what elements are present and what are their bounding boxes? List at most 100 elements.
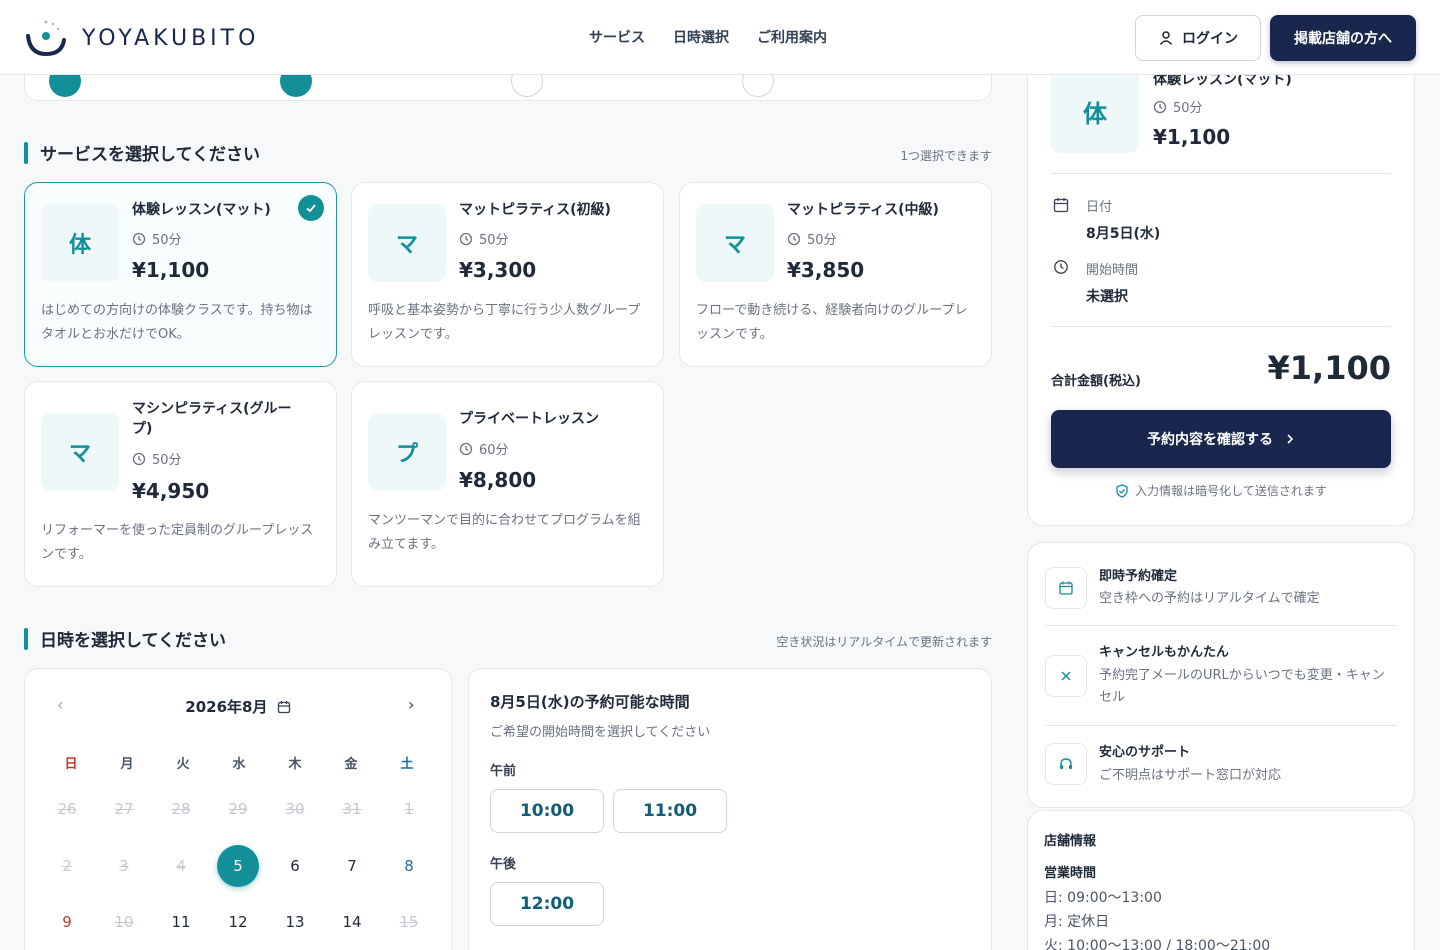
feature-desc: ご不明点はサポート窓口が対応: [1099, 768, 1282, 783]
service-duration-text: 50分: [152, 233, 182, 248]
calendar-icon: [1045, 567, 1087, 609]
clock-icon: [459, 232, 473, 245]
store-info-panel: 店舗情報 営業時間 日: 09:00〜13:00 月: 定休日 火: 10:00…: [1027, 810, 1415, 950]
calendar-day: 4: [176, 857, 186, 875]
booking-summary: 体 体験レッスン(マット) 50分 ¥1,100 日付 8月5日(水) 開始時間…: [1027, 40, 1415, 526]
calendar-day[interactable]: 8: [388, 845, 430, 887]
service-desc: リフォーマーを使った定員制のグループレッスンです。: [41, 523, 314, 562]
service-duration: 50分: [787, 229, 837, 248]
clock-icon: [1054, 260, 1068, 274]
weekday-wed: 水: [232, 757, 246, 772]
heading-accent-bar: [24, 627, 28, 650]
calendar-day-selected[interactable]: 5: [217, 845, 259, 887]
confirm-booking-label: 予約内容を確認する: [1147, 432, 1273, 448]
calendar-day: 30: [285, 800, 305, 818]
calendar-day[interactable]: 12: [217, 901, 259, 943]
calendar-day: 3: [119, 857, 129, 875]
service-price: ¥1,100: [132, 258, 210, 282]
service-card-trial[interactable]: 体 体験レッスン(マット) 50分 ¥1,100 はじめての方向けの体験クラスで…: [24, 182, 337, 367]
site-header: YOYAKUBITO サービス 日時選択 ご利用案内 ログイン 掲載店舗の方へ: [0, 0, 1440, 75]
clock-icon: [787, 232, 801, 245]
time-slots-subtitle: ご希望の開始時間を選択してください: [490, 725, 711, 740]
clock-icon: [132, 232, 146, 245]
calendar-day: 10: [114, 913, 134, 931]
time-slot-button[interactable]: 12:00: [490, 882, 604, 926]
features-panel: 即時予約確定 空き枠への予約はリアルタイムで確定 キャンセルもかんたん 予約完了…: [1027, 542, 1415, 808]
business-hours-line: 日: 09:00〜13:00: [1044, 890, 1162, 906]
feature-desc: 予約完了メールのURLからいつでも変更・キャンセル: [1099, 668, 1385, 705]
service-card-mat-intermediate[interactable]: マ マットピラティス(中級) 50分 ¥3,850 フローで動き続ける、経験者向…: [679, 182, 992, 367]
am-label: 午前: [490, 764, 517, 779]
nav-guide[interactable]: ご利用案内: [757, 27, 827, 47]
logo-text: YOYAKUBITO: [82, 25, 260, 51]
time-value: 未選択: [1086, 289, 1128, 305]
calendar-day[interactable]: 9: [46, 901, 88, 943]
divider: [1051, 173, 1391, 174]
service-card-private[interactable]: プ プライベートレッスン 60分 ¥8,800 マンツーマンで目的に合わせてプロ…: [351, 381, 664, 587]
clock-icon: [459, 442, 473, 455]
calendar-day[interactable]: 7: [331, 845, 373, 887]
calendar-day: 26: [57, 800, 77, 818]
login-label: ログイン: [1182, 31, 1238, 47]
divider: [1051, 326, 1391, 327]
store-owner-button[interactable]: 掲載店舗の方へ: [1270, 15, 1416, 61]
service-duration-text: 50分: [807, 233, 837, 248]
service-price: ¥4,950: [132, 479, 210, 503]
pm-label: 午後: [490, 857, 517, 872]
service-desc: マンツーマンで目的に合わせてプログラムを組み立てます。: [368, 513, 641, 552]
time-slot-button[interactable]: 10:00: [490, 789, 604, 833]
services-note: 1つ選択できます: [900, 149, 992, 163]
service-name: マットピラティス(初級): [459, 202, 611, 218]
calendar-day: 2: [62, 857, 72, 875]
summary-price: ¥1,100: [1153, 125, 1231, 149]
weekday-sun: 日: [64, 757, 78, 772]
confirm-booking-button[interactable]: 予約内容を確認する: [1051, 410, 1391, 468]
calendar-icon: [1053, 198, 1069, 213]
chevron-right-icon: [1287, 434, 1294, 444]
divider: [1045, 625, 1397, 626]
calendar-day[interactable]: 14: [331, 901, 373, 943]
nav-services[interactable]: サービス: [589, 27, 645, 47]
main-nav: サービス 日時選択 ご利用案内: [589, 27, 827, 47]
service-card-mat-beginner[interactable]: マ マットピラティス(初級) 50分 ¥3,300 呼吸と基本姿勢から丁寧に行う…: [351, 182, 664, 367]
datetime-heading: 日時を選択してください: [24, 626, 226, 651]
calendar-day[interactable]: 6: [274, 845, 316, 887]
calendar-day[interactable]: 11: [160, 901, 202, 943]
service-duration: 50分: [132, 229, 182, 248]
logo[interactable]: YOYAKUBITO: [24, 18, 259, 58]
headset-icon: [1045, 743, 1087, 785]
calendar-day: 31: [342, 800, 362, 818]
clock-icon: [132, 452, 146, 465]
close-icon: [1045, 655, 1087, 697]
clock-icon: [1153, 100, 1167, 113]
weekday-tue: 火: [176, 757, 190, 772]
nav-datetime[interactable]: 日時選択: [673, 27, 729, 47]
service-name: マシンピラティス(グループ): [132, 401, 292, 437]
service-desc: はじめての方向けの体験クラスです。持ち物はタオルとお水だけでOK。: [41, 303, 313, 342]
calendar-icon: [277, 701, 290, 714]
service-duration: 50分: [459, 229, 509, 248]
services-heading: サービスを選択してください: [24, 140, 260, 165]
login-button[interactable]: ログイン: [1135, 15, 1261, 61]
service-duration-text: 60分: [479, 443, 509, 458]
calendar-day: 29: [228, 800, 248, 818]
calendar-day: 1: [404, 800, 414, 818]
service-desc: フローで動き続ける、経験者向けのグループレッスンです。: [696, 303, 968, 342]
feature-desc: 空き枠への予約はリアルタイムで確定: [1099, 591, 1320, 606]
service-thumb: マ: [41, 413, 119, 491]
business-hours-line: 月: 定休日: [1044, 914, 1110, 930]
calendar: ‹ 2026年8月 › 日 月 火 水 木 金 土 26 27 28 29 30…: [24, 668, 452, 950]
calendar-day: 28: [171, 800, 191, 818]
service-card-machine-group[interactable]: マ マシンピラティス(グループ) 50分 ¥4,950 リフォーマーを使った定員…: [24, 381, 337, 587]
date-value: 8月5日(水): [1086, 226, 1161, 242]
service-price: ¥3,850: [787, 258, 865, 282]
calendar-month-label: 2026年8月: [185, 698, 268, 716]
service-duration: 60分: [459, 439, 509, 458]
logo-icon: [26, 20, 66, 57]
calendar-day[interactable]: 13: [274, 901, 316, 943]
heading-accent-bar: [24, 141, 28, 164]
time-slot-button[interactable]: 11:00: [613, 789, 727, 833]
shield-check-icon: [1116, 483, 1128, 498]
feature-title: キャンセルもかんたん: [1099, 645, 1230, 660]
next-month-button[interactable]: ›: [408, 695, 414, 714]
